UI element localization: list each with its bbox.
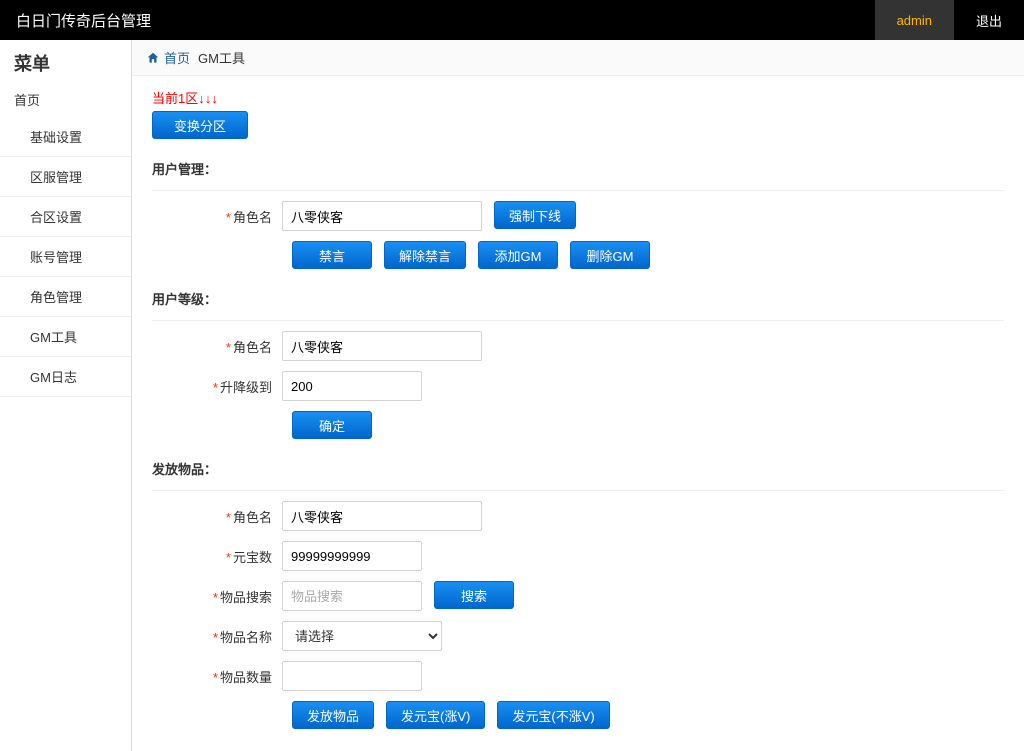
si-itemname-label: 物品名称	[220, 630, 272, 645]
topbar: 白日门传奇后台管理 admin 退出	[0, 0, 1024, 40]
section-user-level: 用户等级： *角色名 *升降级到 确定	[152, 289, 1004, 439]
si-role-label: 角色名	[233, 510, 272, 525]
section-send-item-legend: 发放物品：	[152, 459, 1004, 478]
admin-link[interactable]: admin	[875, 0, 954, 40]
ul-role-label: 角色名	[233, 340, 272, 355]
sidebar-item-account-manage[interactable]: 账号管理	[0, 237, 131, 277]
um-role-input[interactable]	[282, 201, 482, 231]
sidebar: 菜单 首页 基础设置 区服管理 合区设置 账号管理 角色管理 GM工具 GM日志	[0, 40, 132, 751]
sidebar-title: 菜单	[0, 40, 131, 82]
si-itemcount-label: 物品数量	[220, 670, 272, 685]
si-yuanbao-input[interactable]	[282, 541, 422, 571]
search-button[interactable]: 搜索	[434, 581, 514, 609]
zone-notice: 当前1区↓↓↓	[152, 88, 1004, 107]
unban-button[interactable]: 解除禁言	[384, 241, 466, 269]
confirm-level-button[interactable]: 确定	[292, 411, 372, 439]
switch-zone-button[interactable]: 变换分区	[152, 111, 248, 139]
si-itemname-select[interactable]: 请选择	[282, 621, 442, 651]
si-role-input[interactable]	[282, 501, 482, 531]
sidebar-item-gm-tools[interactable]: GM工具	[0, 317, 131, 357]
home-icon	[146, 51, 160, 65]
divider	[152, 490, 1004, 491]
ul-level-label: 升降级到	[220, 380, 272, 395]
sidebar-root-home[interactable]: 首页	[0, 82, 131, 117]
ban-button[interactable]: 禁言	[292, 241, 372, 269]
si-search-label: 物品搜索	[220, 590, 272, 605]
sidebar-item-merge-settings[interactable]: 合区设置	[0, 197, 131, 237]
send-item-button[interactable]: 发放物品	[292, 701, 374, 729]
send-yuanbao-v-button[interactable]: 发元宝(涨V)	[386, 701, 485, 729]
breadcrumb-home-link[interactable]: 首页	[146, 48, 190, 67]
um-role-label: 角色名	[233, 210, 272, 225]
send-yuanbao-nov-button[interactable]: 发元宝(不涨V)	[497, 701, 609, 729]
sidebar-item-basic-settings[interactable]: 基础设置	[0, 117, 131, 157]
section-user-manage: 用户管理： *角色名 强制下线 禁言 解除禁言 添加GM 删除GM	[152, 159, 1004, 269]
sidebar-item-role-manage[interactable]: 角色管理	[0, 277, 131, 317]
ul-level-input[interactable]	[282, 371, 422, 401]
breadcrumb-current: GM工具	[198, 48, 245, 67]
add-gm-button[interactable]: 添加GM	[478, 241, 558, 269]
sidebar-item-zone-manage[interactable]: 区服管理	[0, 157, 131, 197]
app-title: 白日门传奇后台管理	[16, 10, 875, 31]
divider	[152, 320, 1004, 321]
remove-gm-button[interactable]: 删除GM	[570, 241, 650, 269]
si-itemcount-input[interactable]	[282, 661, 422, 691]
breadcrumb: 首页 GM工具	[132, 40, 1024, 76]
section-user-manage-legend: 用户管理：	[152, 159, 1004, 178]
force-offline-button[interactable]: 强制下线	[494, 201, 576, 229]
breadcrumb-home-label: 首页	[164, 48, 190, 67]
si-search-input[interactable]	[282, 581, 422, 611]
divider	[152, 190, 1004, 191]
section-user-level-legend: 用户等级：	[152, 289, 1004, 308]
logout-link[interactable]: 退出	[954, 0, 1024, 40]
si-yuanbao-label: 元宝数	[233, 550, 272, 565]
sidebar-item-gm-logs[interactable]: GM日志	[0, 357, 131, 397]
ul-role-input[interactable]	[282, 331, 482, 361]
section-send-item: 发放物品： *角色名 *元宝数 *物品搜索 搜索	[152, 459, 1004, 729]
